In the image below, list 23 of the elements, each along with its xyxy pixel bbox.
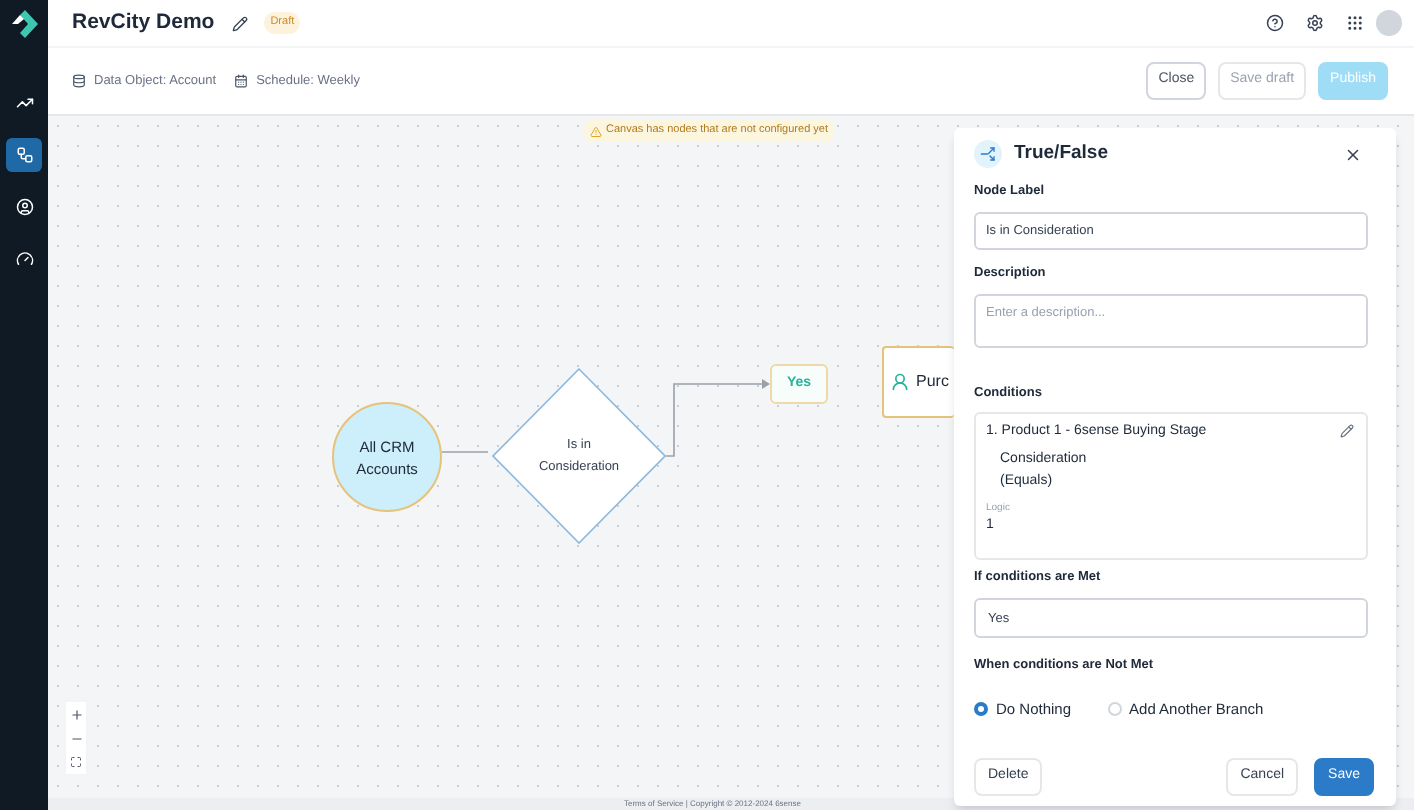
node-label: Purc [916,370,949,394]
calendar-icon [234,74,249,88]
help-icon[interactable] [1266,14,1284,32]
nav-item[interactable] [6,138,42,172]
split-icon [974,140,1002,168]
user-icon [15,198,33,216]
edit-icon[interactable] [1340,424,1354,439]
plus-icon [69,707,83,721]
edit-icon[interactable] [232,15,249,31]
close-icon[interactable] [1344,145,1362,163]
panel-title: True/False [1014,139,1108,168]
settings-icon[interactable] [1306,14,1324,32]
logo-icon [11,10,37,38]
trend-icon [15,94,33,112]
action-node[interactable]: Purc [882,346,954,418]
database-icon [72,74,86,88]
connector-line [440,450,492,454]
connector-arrow [666,376,772,458]
apps-icon[interactable] [1346,14,1364,32]
workflow-icon [15,146,33,164]
gauge-icon [15,250,33,268]
user-icon [890,372,910,392]
page-title: RevCity Demo [72,7,215,38]
